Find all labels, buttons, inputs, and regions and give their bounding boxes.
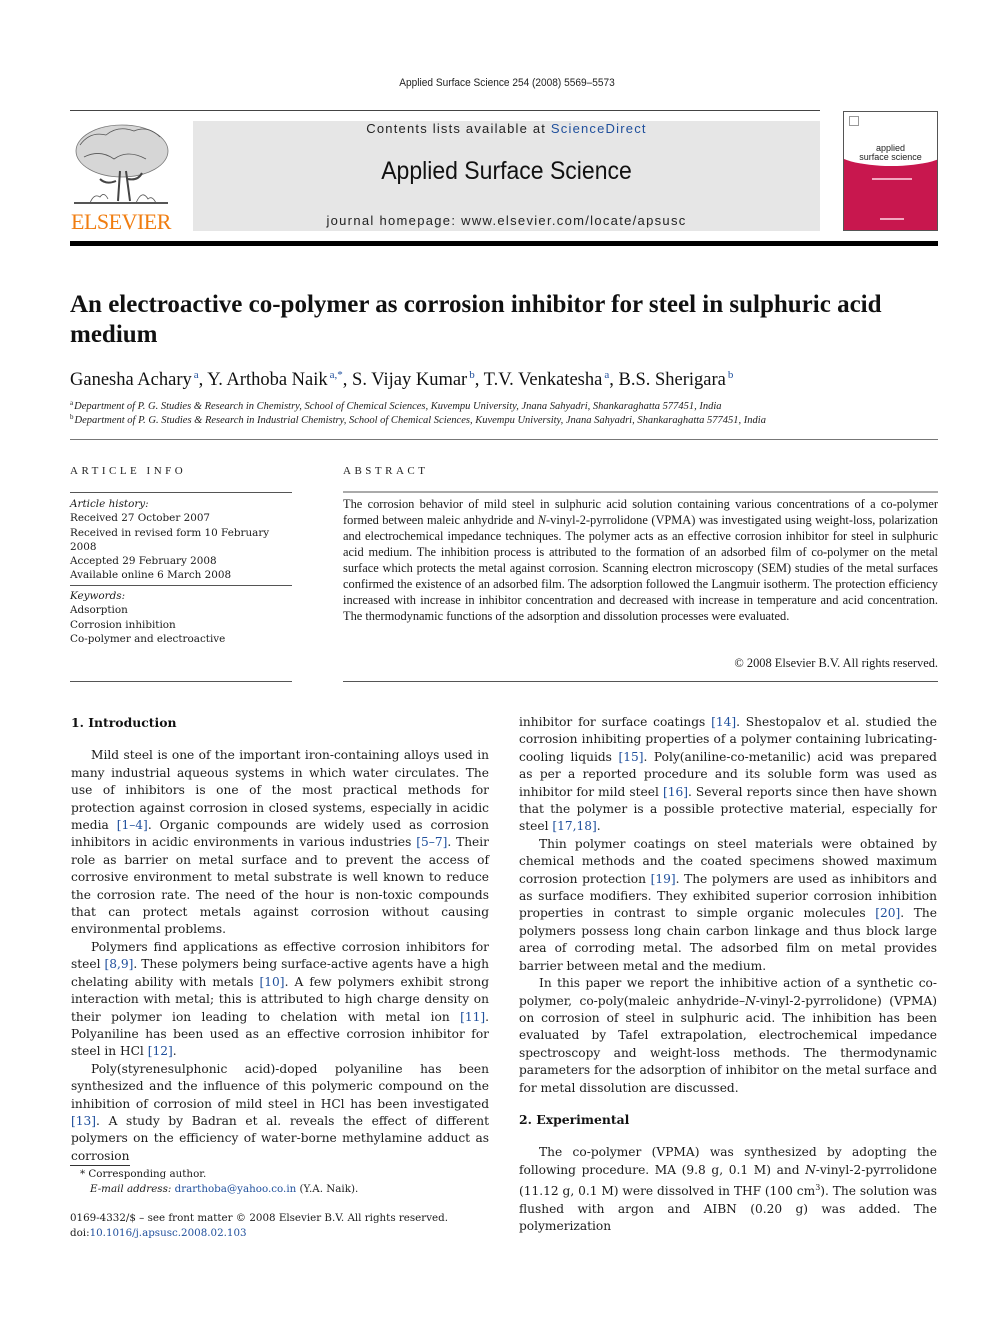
author-name: Ganesha Achary	[70, 370, 192, 390]
elsevier-logo[interactable]: ELSEVIER	[70, 121, 172, 233]
reference-link[interactable]: [8,9]	[104, 957, 133, 971]
email-suffix: (Y.A. Naik).	[296, 1182, 359, 1195]
history-item: Accepted 29 February 2008	[70, 555, 217, 568]
keyword: Corrosion inhibition	[70, 618, 176, 631]
cover-logo-icon	[849, 116, 859, 126]
cover-title: applied surface science	[844, 144, 937, 162]
keywords-block: Keywords: Adsorption Corrosion inhibitio…	[70, 589, 292, 646]
paragraph: Polymers find applications as effective …	[71, 939, 489, 1059]
history-item: Received in revised form 10 February 200…	[70, 526, 270, 553]
author[interactable]: T.V. Venkatesha a	[483, 369, 610, 390]
paragraph: In this paper we report the inhibitive a…	[519, 976, 937, 1095]
paragraph: The co-polymer (VPMA) was synthesized by…	[519, 1145, 938, 1234]
author[interactable]: Y. Arthoba Naik a,*	[207, 369, 343, 390]
reference-link[interactable]: [13]	[71, 1114, 96, 1128]
author-name: T.V. Venkatesha	[483, 370, 603, 390]
affiliation-b: bDepartment of P. G. Studies & Research …	[70, 410, 940, 428]
article-title: An electroactive co-polymer as corrosion…	[70, 291, 882, 348]
author-name: Y. Arthoba Naik	[207, 370, 328, 390]
paragraph: Poly(styrenesulphonic acid)-doped polyan…	[71, 1061, 489, 1163]
journal-cover-thumbnail[interactable]: applied surface science	[843, 111, 938, 231]
article-history: Article history: Received 27 October 200…	[70, 497, 292, 583]
author-list: Ganesha Achary a, Y. Arthoba Naik a,*, S. …	[70, 363, 940, 392]
elsevier-tree-icon	[74, 124, 169, 204]
contents-line: Contents lists available at ScienceDirec…	[193, 121, 820, 137]
cover-publisher-line	[880, 218, 904, 220]
affiliation-mark: b	[70, 413, 74, 421]
contents-prefix: Contents lists available at	[366, 121, 551, 136]
keyword: Co-polymer and electroactive	[70, 632, 226, 645]
abstract-text-italic: N	[537, 513, 547, 527]
author[interactable]: S. Vijay Kumar b	[352, 369, 475, 390]
article-info-heading: ARTICLE INFO	[70, 465, 187, 477]
history-item: Available online 6 March 2008	[70, 569, 232, 582]
reference-link[interactable]: [17,18]	[552, 819, 596, 833]
email-label: E-mail address:	[90, 1182, 175, 1195]
abstract-text-part: -vinyl-2-pyrrolidone (VPMA) was investig…	[343, 513, 938, 623]
cover-subtitle-line	[872, 178, 912, 180]
abstract-copyright: © 2008 Elsevier B.V. All rights reserved…	[734, 656, 938, 670]
reference-link[interactable]: [14]	[711, 715, 736, 729]
keywords-rule	[70, 585, 292, 586]
issn-line: 0169-4332/$ – see front matter © 2008 El…	[70, 1212, 448, 1224]
reference-link[interactable]: [5–7]	[416, 835, 447, 849]
affiliation-text: Department of P. G. Studies & Research i…	[74, 415, 766, 426]
superscript: 3	[815, 1183, 821, 1193]
paragraph-continued: inhibitor for surface coatings [14]. She…	[519, 715, 937, 834]
keyword: Adsorption	[70, 604, 128, 617]
keywords-label: Keywords:	[70, 590, 126, 602]
doi-prefix: doi:	[70, 1227, 90, 1239]
separator: ,	[474, 370, 484, 390]
abstract-bottom-rule	[343, 681, 938, 682]
journal-banner: Contents lists available at ScienceDirec…	[193, 121, 820, 231]
italic-text: N	[805, 1162, 816, 1177]
journal-name: Applied Surface Science	[381, 157, 632, 185]
separator: ,	[198, 370, 208, 390]
body-left-column: 1. Introduction Mild steel is one of the…	[71, 714, 489, 1165]
body-right-column: inhibitor for surface coatings [14]. She…	[519, 714, 937, 1235]
reference-link[interactable]: [15]	[618, 750, 643, 764]
sciencedirect-link[interactable]: ScienceDirect	[551, 121, 647, 136]
corresponding-author-label: * Corresponding author.	[80, 1168, 207, 1180]
elsevier-wordmark: ELSEVIER	[71, 209, 171, 234]
doi-link[interactable]: 10.1016/j.apsusc.2008.02.103	[90, 1227, 247, 1239]
footnote-rule	[70, 1165, 130, 1166]
italic-text: N	[745, 993, 756, 1008]
history-item: Received 27 October 2007	[70, 512, 211, 525]
cover-title-line2: surface science	[859, 152, 922, 162]
abstract-heading: ABSTRACT	[343, 465, 429, 477]
author-name: S. Vijay Kumar	[352, 370, 468, 390]
article-history-label: Article history:	[70, 498, 149, 510]
title-block-rule	[70, 439, 938, 440]
reference-link[interactable]: [10]	[260, 975, 285, 989]
reference-link[interactable]: [20]	[875, 906, 900, 920]
author[interactable]: B.S. Sherigara b	[618, 369, 734, 390]
abstract-rule	[343, 491, 938, 493]
affiliation-mark: a	[70, 399, 74, 407]
corresponding-author-note: * Corresponding author. E-mail address: …	[80, 1167, 500, 1196]
reference-link[interactable]: [1–4]	[117, 818, 148, 832]
paragraph: Mild steel is one of the important iron-…	[71, 748, 489, 937]
doi-line: doi:10.1016/j.apsusc.2008.02.103	[70, 1226, 490, 1241]
reference-link[interactable]: [12]	[148, 1044, 173, 1058]
header-thick-rule	[70, 241, 938, 246]
article-info-bottom-rule	[70, 681, 292, 682]
paragraph: Thin polymer coatings on steel materials…	[519, 836, 938, 973]
reference-link[interactable]: [11]	[460, 1010, 485, 1024]
abstract-text: The corrosion behavior of mild steel in …	[343, 496, 938, 624]
reference-link[interactable]: [16]	[663, 785, 688, 799]
author-affiliation-mark[interactable]: b	[728, 369, 734, 381]
journal-homepage-link[interactable]: journal homepage: www.elsevier.com/locat…	[193, 213, 820, 228]
author[interactable]: Ganesha Achary a	[70, 369, 199, 390]
section-heading-introduction: 1. Introduction	[71, 715, 177, 730]
header-rule	[70, 110, 820, 111]
author-affiliation-mark[interactable]: a,*	[330, 369, 343, 381]
separator: ,	[342, 370, 353, 390]
email-link[interactable]: drarthoba@yahoo.co.in	[175, 1183, 297, 1195]
journal-citation: Applied Surface Science 254 (2008) 5569–…	[399, 77, 615, 89]
author-name: B.S. Sherigara	[618, 370, 726, 390]
reference-link[interactable]: [19]	[651, 872, 676, 886]
article-info-rule	[70, 492, 292, 493]
section-heading-experimental: 2. Experimental	[519, 1111, 630, 1127]
